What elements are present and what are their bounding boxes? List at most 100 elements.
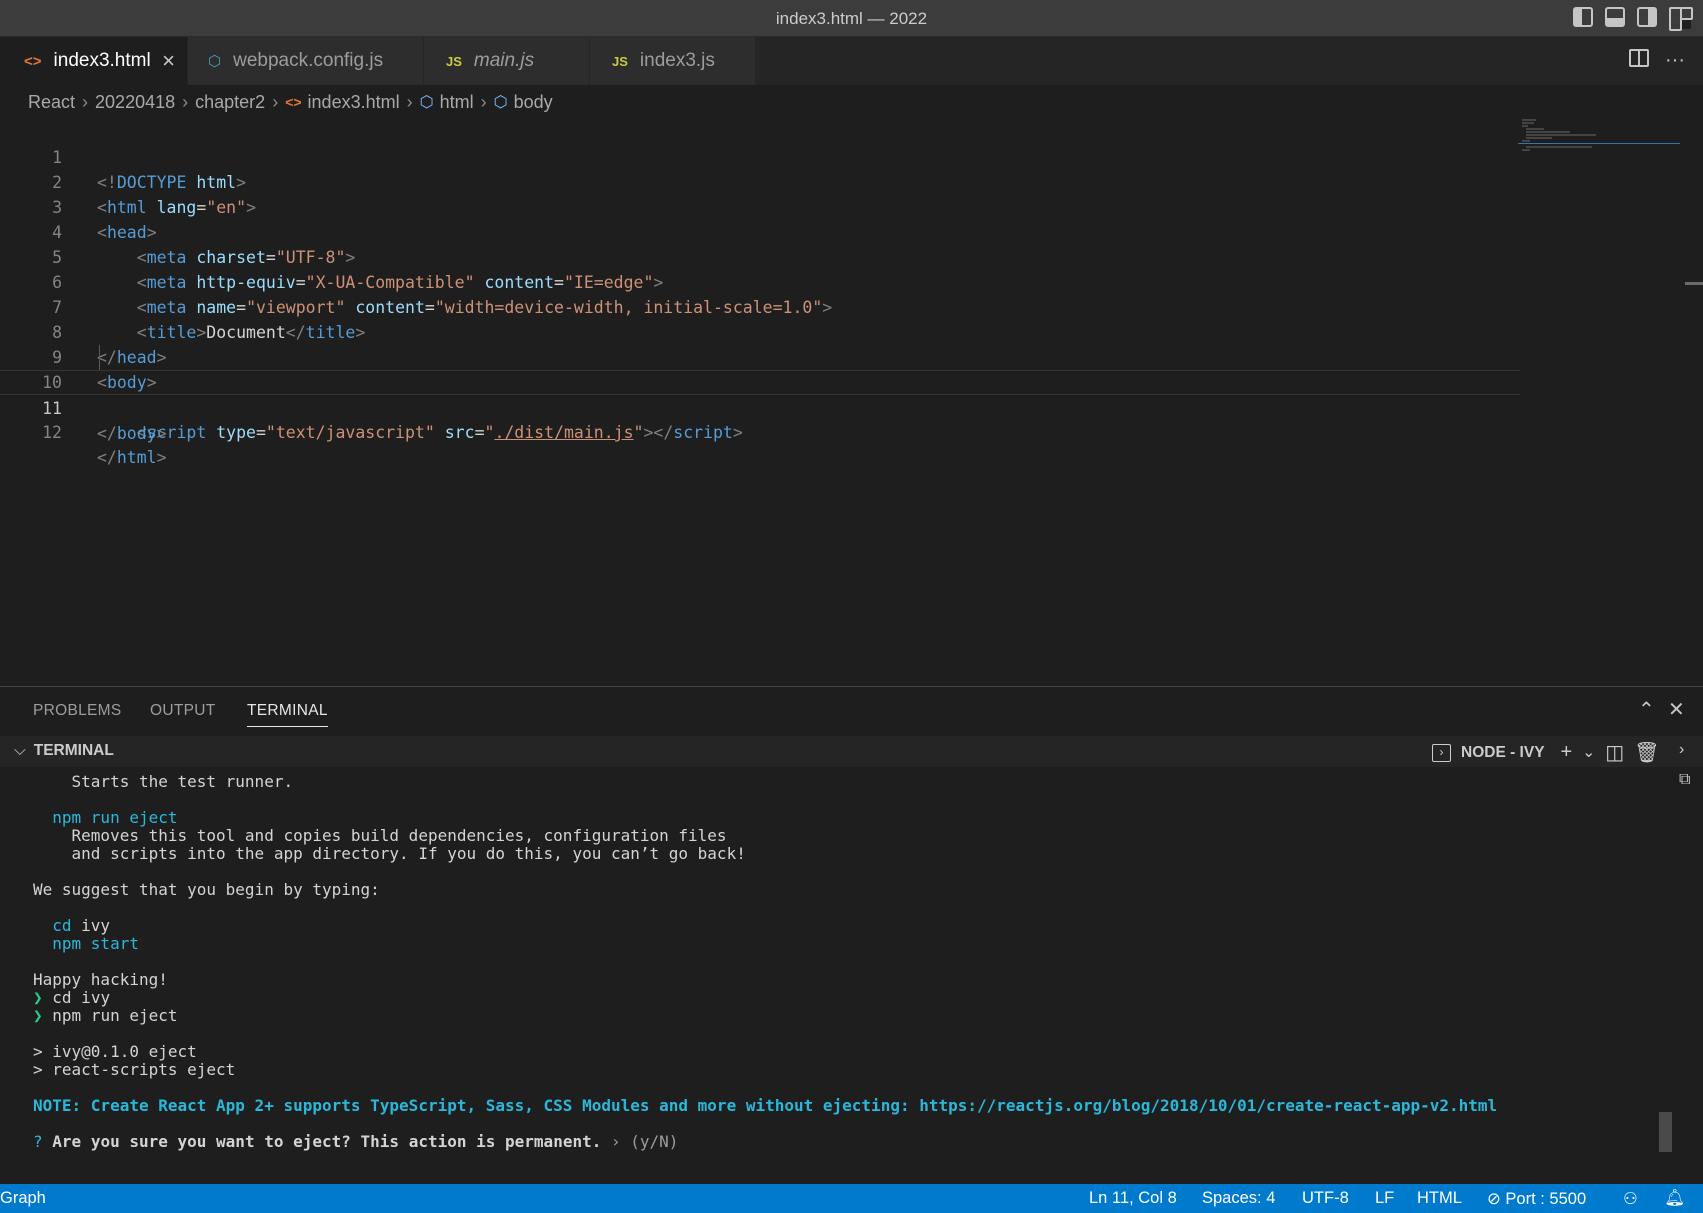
- terminal-line: cd ivy: [33, 916, 111, 935]
- code-line[interactable]: 8 </head>: [0, 295, 1520, 367]
- terminal-header-title[interactable]: ⌵ TERMINAL: [14, 742, 114, 760]
- prompt-icon: ❯: [33, 1006, 43, 1025]
- code-editor[interactable]: 1 <!DOCTYPE html> 2 <html lang="en"> 3 <…: [0, 119, 1703, 686]
- terminal-actions: › NODE - IVY + ⌄ ◫ 🗑: [1432, 740, 1660, 765]
- breadcrumb-item[interactable]: html: [440, 92, 474, 113]
- toggle-panel-icon[interactable]: [1605, 7, 1625, 27]
- code-line[interactable]: 12 </html>: [0, 395, 1520, 467]
- terminal-line: > ivy@0.1.0 eject: [33, 1042, 197, 1061]
- chevron-right-icon: ›: [82, 91, 89, 112]
- status-cursor-position[interactable]: Ln 11, Col 8: [1089, 1189, 1177, 1208]
- tab-label: main.js: [473, 50, 535, 71]
- terminal-line: ❯ cd ivy: [33, 988, 111, 1007]
- chevron-down-icon[interactable]: ⌄: [1582, 743, 1595, 762]
- terminal-line: We suggest that you begin by typing:: [33, 880, 380, 899]
- terminal-note-line: NOTE: Create React App 2+ supports TypeS…: [33, 1096, 1498, 1115]
- chevron-right-icon: ›: [406, 91, 413, 112]
- blocked-icon: ⊘: [1487, 1190, 1501, 1208]
- tab-problems[interactable]: PROBLEMS: [33, 702, 122, 720]
- code-text: <script type="text/javascript" src="./di…: [136, 423, 743, 442]
- status-encoding[interactable]: UTF-8: [1302, 1189, 1349, 1208]
- code-text: </html>: [97, 448, 167, 467]
- terminal-line: Removes this tool and copies build depen…: [33, 826, 727, 845]
- terminal-line: > react-scripts eject: [33, 1060, 236, 1079]
- code-line-current[interactable]: 11 </body>: [0, 370, 1520, 443]
- terminal-shell-name[interactable]: NODE - IVY: [1461, 744, 1545, 762]
- breadcrumb-item[interactable]: body: [514, 92, 553, 113]
- breadcrumb: React › 20220418 › chapter2 › <> index3.…: [0, 85, 1703, 119]
- bottom-panel: PROBLEMS OUTPUT TERMINAL ⌃ ✕ ⌵ TERMINAL ›…: [0, 686, 1703, 1184]
- bell-icon[interactable]: 🔔︎: [1664, 1189, 1685, 1208]
- status-eol[interactable]: LF: [1375, 1189, 1394, 1208]
- tab-index3-js[interactable]: JS index3.js: [590, 37, 756, 85]
- code-line[interactable]: 3 <head>: [0, 170, 1520, 242]
- code-line[interactable]: 5 <meta http-equiv="X-UA-Compatible" con…: [0, 220, 1520, 292]
- code-line[interactable]: 2 <html lang="en">: [0, 145, 1520, 217]
- webpack-icon: ⬡: [208, 53, 222, 70]
- status-language[interactable]: HTML: [1417, 1189, 1462, 1208]
- feedback-icon[interactable]: ⚇: [1623, 1189, 1638, 1209]
- chevron-right-icon: ›: [480, 91, 487, 112]
- terminal-line: npm start: [33, 934, 139, 953]
- minimap[interactable]: [1518, 119, 1688, 159]
- code-line[interactable]: 1 <!DOCTYPE html>: [0, 120, 1520, 192]
- chevron-right-icon: ›: [182, 91, 189, 112]
- tab-webpack-config[interactable]: ⬡ webpack.config.js: [188, 37, 424, 85]
- close-panel-icon[interactable]: ✕: [1668, 697, 1685, 722]
- close-icon[interactable]: ×: [162, 48, 175, 74]
- split-terminal-icon[interactable]: ◫: [1605, 740, 1624, 765]
- status-git-graph[interactable]: Graph: [0, 1189, 46, 1208]
- terminal-line: Starts the test runner.: [33, 772, 294, 791]
- toggle-primary-sidebar-icon[interactable]: [1573, 7, 1593, 27]
- tab-label: index3.html: [53, 50, 151, 71]
- split-editor-icon[interactable]: [1629, 49, 1650, 67]
- tab-label: webpack.config.js: [233, 50, 384, 71]
- terminal-line: npm run eject: [33, 808, 178, 827]
- js-icon: JS: [446, 53, 462, 69]
- breadcrumb-item[interactable]: React: [28, 92, 75, 113]
- code-line[interactable]: 6 <meta name="viewport" content="width=d…: [0, 245, 1520, 317]
- terminal-line: ❯ npm run eject: [33, 1006, 178, 1025]
- breadcrumb-item[interactable]: chapter2: [195, 92, 265, 113]
- terminal-line: Happy hacking!: [33, 970, 168, 989]
- breadcrumb-item[interactable]: 20220418: [95, 92, 175, 113]
- more-actions-icon[interactable]: ···: [1665, 49, 1685, 72]
- code-line[interactable]: 10 <script type="text/javascript" src=".…: [0, 345, 1520, 442]
- tab-label: index3.js: [639, 50, 715, 71]
- tab-main-js[interactable]: JS main.js: [424, 37, 590, 85]
- chevron-right-icon[interactable]: ›: [1679, 741, 1684, 759]
- tab-output[interactable]: OUTPUT: [150, 702, 216, 720]
- terminal-shell-icon: ›: [1432, 743, 1451, 762]
- status-indentation[interactable]: Spaces: 4: [1202, 1189, 1275, 1208]
- trash-icon[interactable]: 🗑: [1634, 740, 1659, 765]
- status-bar: Graph Ln 11, Col 8 Spaces: 4 UTF-8 LF HT…: [0, 1184, 1703, 1213]
- terminal-question-line: ? Are you sure you want to eject? This a…: [33, 1132, 679, 1151]
- terminal-output[interactable]: Starts the test runner. npm run eject Re…: [0, 767, 1672, 1185]
- toggle-secondary-sidebar-icon[interactable]: [1637, 7, 1657, 27]
- chevron-right-icon: ›: [272, 91, 279, 112]
- code-line[interactable]: 9 <body>: [0, 320, 1520, 392]
- terminal-scrollbar[interactable]: [1659, 1112, 1672, 1152]
- maximize-panel-icon[interactable]: ⌃: [1638, 697, 1655, 722]
- title-bar: index3.html — 2022: [0, 0, 1703, 37]
- customize-layout-icon[interactable]: [1669, 7, 1693, 31]
- terminal-tab-icon[interactable]: ⧉: [1679, 771, 1690, 789]
- code-line[interactable]: 4 <meta charset="UTF-8">: [0, 195, 1520, 267]
- tab-terminal[interactable]: TERMINAL: [247, 702, 328, 727]
- line-number: 12: [42, 423, 62, 442]
- editor-scrollbar-marker: [1685, 282, 1703, 285]
- breadcrumb-item[interactable]: index3.html: [308, 92, 400, 113]
- tab-actions: ···: [1629, 49, 1685, 72]
- status-live-server[interactable]: ⊘ Port : 5500: [1487, 1189, 1586, 1209]
- symbol-element-icon: ⬡: [493, 94, 508, 111]
- terminal-line: and scripts into the app directory. If y…: [33, 844, 746, 863]
- prompt-icon: ❯: [33, 988, 43, 1007]
- window-title: index3.html — 2022: [775, 9, 928, 28]
- minimap-current-line: [1518, 143, 1680, 144]
- tab-index3-html[interactable]: <> index3.html ×: [0, 37, 188, 85]
- chevron-down-icon: ⌵: [14, 742, 26, 759]
- code-line[interactable]: 7 <title>Document</title>: [0, 270, 1520, 342]
- editor-tab-bar: <> index3.html × ⬡ webpack.config.js JS …: [0, 37, 1703, 85]
- new-terminal-icon[interactable]: +: [1561, 741, 1573, 764]
- panel-tabs: PROBLEMS OUTPUT TERMINAL ⌃ ✕: [0, 687, 1703, 735]
